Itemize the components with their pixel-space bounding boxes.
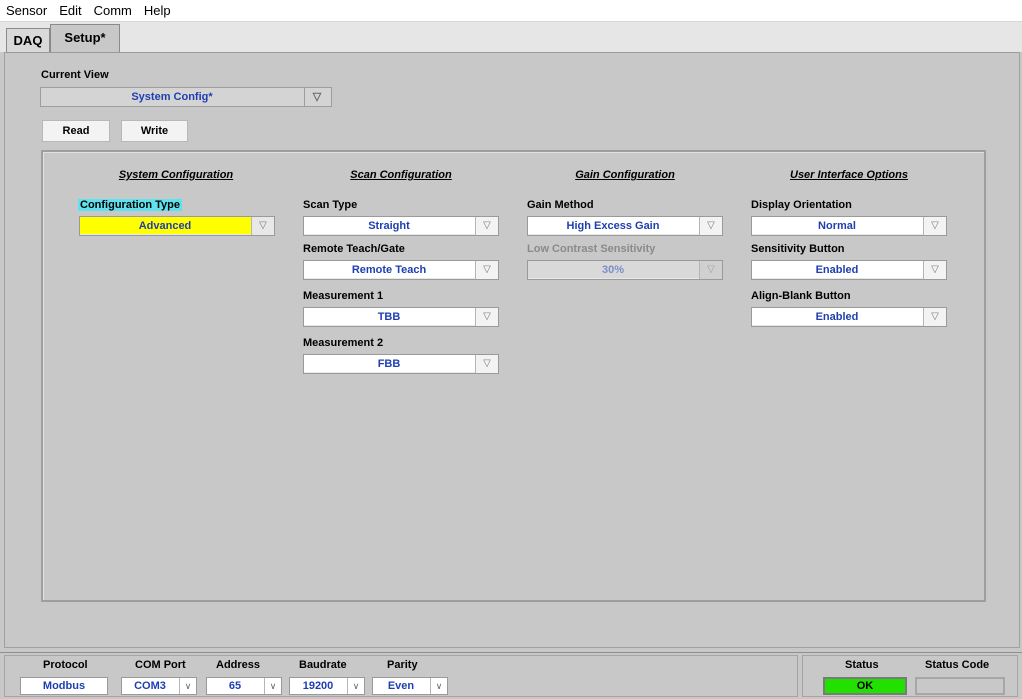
- sensitivity-button-value: Enabled: [815, 264, 859, 276]
- status-label: Status: [845, 659, 879, 671]
- measurement-1-dropdown[interactable]: TBB ▽: [303, 307, 499, 327]
- dropdown-arrow-icon: ▽: [304, 88, 329, 106]
- align-blank-button-dropdown[interactable]: Enabled ▽: [751, 307, 947, 327]
- write-button[interactable]: Write: [121, 120, 188, 142]
- status-code-label: Status Code: [925, 659, 990, 671]
- sensitivity-button-label: Sensitivity Button: [751, 243, 845, 255]
- measurement-2-value: FBB: [377, 358, 401, 370]
- scan-type-dropdown[interactable]: Straight ▽: [303, 216, 499, 236]
- low-contrast-sensitivity-dropdown: 30% ▽: [527, 260, 723, 280]
- protocol-value: Modbus: [42, 680, 86, 692]
- com-port-dropdown[interactable]: COM3 ∨: [121, 677, 197, 695]
- communication-settings: Protocol Modbus COM Port COM3 ∨ Address …: [4, 655, 798, 697]
- protocol-field[interactable]: Modbus: [20, 677, 108, 695]
- sensitivity-button-dropdown[interactable]: Enabled ▽: [751, 260, 947, 280]
- dropdown-arrow-icon: ▽: [699, 261, 722, 279]
- dropdown-arrow-icon: ▽: [923, 308, 946, 326]
- address-label: Address: [216, 659, 261, 671]
- dropdown-arrow-icon: ▽: [475, 355, 498, 373]
- align-blank-button-label: Align-Blank Button: [751, 290, 851, 302]
- gain-method-dropdown[interactable]: High Excess Gain ▽: [527, 216, 723, 236]
- tab-setup[interactable]: Setup*: [50, 24, 120, 53]
- dropdown-arrow-icon: ▽: [251, 217, 274, 235]
- status-code-field: [915, 677, 1005, 695]
- menu-help[interactable]: Help: [138, 0, 177, 21]
- gain-method-label: Gain Method: [527, 199, 594, 211]
- parity-label: Parity: [387, 659, 418, 671]
- measurement-1-label: Measurement 1: [303, 290, 384, 302]
- baudrate-dropdown[interactable]: 19200 ∨: [289, 677, 365, 695]
- menu-edit[interactable]: Edit: [53, 0, 87, 21]
- chevron-down-icon: ∨: [347, 678, 364, 694]
- chevron-down-icon: ∨: [264, 678, 281, 694]
- remote-teach-gate-dropdown[interactable]: Remote Teach ▽: [303, 260, 499, 280]
- measurement-1-value: TBB: [377, 311, 401, 323]
- menu-sensor[interactable]: Sensor: [0, 0, 53, 21]
- address-value: 65: [228, 680, 242, 692]
- display-orientation-label: Display Orientation: [751, 199, 852, 211]
- low-contrast-sensitivity-value: 30%: [601, 264, 625, 276]
- menu-comm[interactable]: Comm: [88, 0, 138, 21]
- parity-dropdown[interactable]: Even ∨: [372, 677, 448, 695]
- parity-value: Even: [387, 680, 415, 692]
- scan-type-value: Straight: [368, 220, 410, 232]
- chevron-down-icon: ∨: [430, 678, 447, 694]
- current-view-value: System Config*: [131, 91, 213, 103]
- measurement-2-label: Measurement 2: [303, 337, 384, 349]
- tab-daq[interactable]: DAQ: [6, 28, 50, 52]
- baudrate-value: 19200: [302, 680, 334, 692]
- baudrate-label: Baudrate: [299, 659, 347, 671]
- dropdown-arrow-icon: ▽: [475, 261, 498, 279]
- read-button[interactable]: Read: [42, 120, 110, 142]
- gain-configuration-title: Gain Configuration: [575, 169, 675, 181]
- configuration-type-label: Configuration Type: [78, 199, 183, 211]
- display-orientation-value: Normal: [818, 220, 856, 232]
- dropdown-arrow-icon: ▽: [923, 261, 946, 279]
- dropdown-arrow-icon: ▽: [699, 217, 722, 235]
- system-configuration-title: System Configuration: [118, 169, 234, 181]
- dropdown-arrow-icon: ▽: [475, 217, 498, 235]
- status-area: Status OK Status Code: [802, 655, 1018, 697]
- remote-teach-gate-label: Remote Teach/Gate: [303, 243, 405, 255]
- display-orientation-dropdown[interactable]: Normal ▽: [751, 216, 947, 236]
- dropdown-arrow-icon: ▽: [475, 308, 498, 326]
- current-view-label: Current View: [41, 69, 109, 81]
- com-port-value: COM3: [134, 680, 166, 692]
- configuration-type-dropdown[interactable]: Advanced ▽: [79, 216, 275, 236]
- measurement-2-dropdown[interactable]: FBB ▽: [303, 354, 499, 374]
- gain-method-value: High Excess Gain: [566, 220, 660, 232]
- protocol-label: Protocol: [43, 659, 88, 671]
- dropdown-arrow-icon: ▽: [923, 217, 946, 235]
- align-blank-button-value: Enabled: [815, 311, 859, 323]
- scan-type-label: Scan Type: [303, 199, 358, 211]
- chevron-down-icon: ∨: [179, 678, 196, 694]
- menu-bar: Sensor Edit Comm Help: [0, 0, 1022, 22]
- scan-configuration-title: Scan Configuration: [350, 169, 452, 181]
- low-contrast-sensitivity-label: Low Contrast Sensitivity: [527, 243, 656, 255]
- tab-strip: DAQ Setup*: [0, 22, 1022, 53]
- remote-teach-gate-value: Remote Teach: [351, 264, 427, 276]
- user-interface-options-title: User Interface Options: [790, 169, 908, 181]
- bottom-bar: Protocol Modbus COM Port COM3 ∨ Address …: [0, 652, 1022, 699]
- status-indicator: OK: [823, 677, 907, 695]
- current-view-dropdown[interactable]: System Config* ▽: [40, 87, 332, 107]
- address-dropdown[interactable]: 65 ∨: [206, 677, 282, 695]
- com-port-label: COM Port: [135, 659, 186, 671]
- configuration-type-value: Advanced: [138, 220, 192, 232]
